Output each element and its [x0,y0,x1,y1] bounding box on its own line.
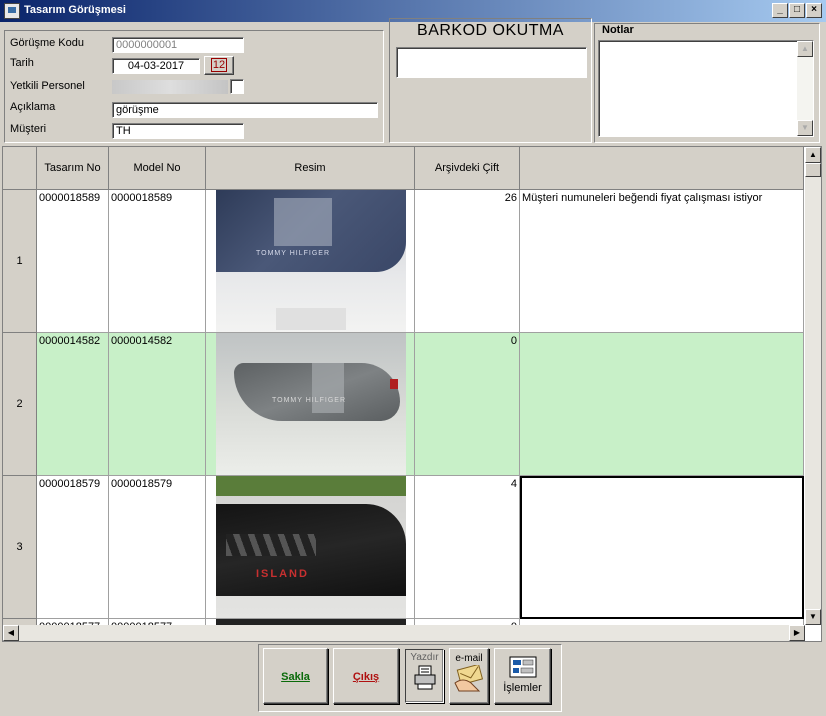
cell-model-no[interactable]: 0000018579 [109,476,206,619]
cell-model-no[interactable]: 0000018589 [109,190,206,333]
yazdir-button[interactable]: Yazdır [405,649,444,703]
notlar-title: Notlar [600,24,636,36]
cell-tasarim-no[interactable]: 0000018579 [37,476,109,619]
cell-resim[interactable]: TOMMY HILFIGER [206,190,415,333]
cell-arsivdeki-cift[interactable]: 0 [415,333,520,476]
islemler-button[interactable]: İşlemler [494,648,551,704]
cell-note-selected[interactable] [520,476,804,619]
personel-label: Yetkili Personel [10,80,85,92]
row-header-1[interactable]: 1 [3,190,37,333]
maximize-button[interactable]: □ [789,3,805,18]
sock-photo-2: TOMMY HILFIGER [216,333,406,475]
header-model-no[interactable]: Model No [109,147,206,190]
cell-tasarim-no[interactable]: 0000014582 [37,333,109,476]
sakla-button[interactable]: Sakla [263,648,328,704]
notlar-scrollbar[interactable]: ▲ ▼ [797,41,813,136]
header-arsivdeki-cift[interactable]: Arşivdeki Çift [415,147,520,190]
email-button[interactable]: e-mail [449,648,489,704]
barkod-input[interactable] [396,47,587,78]
sakla-label: Sakla [281,671,310,683]
grid-vscrollbar[interactable]: ▲ ▼ [805,147,821,625]
aciklama-label: Açıklama [10,101,56,113]
cikis-label: Çıkış [352,671,380,683]
grid-scroll-right[interactable]: ▶ [789,625,805,641]
header-note[interactable] [520,147,804,190]
list-icon [509,656,536,678]
grid-corner [3,147,37,190]
grid-scroll-down[interactable]: ▼ [805,609,821,625]
grid-scroll-left[interactable]: ◀ [3,625,19,641]
close-button[interactable]: × [806,3,822,18]
cell-resim[interactable]: TOMMY HILFIGER [206,333,415,476]
sock-photo-3: ISLAND [216,476,406,618]
sock-brand-1: TOMMY HILFIGER [256,250,331,257]
window-title: Tasarım Görüşmesi [24,4,126,16]
cell-note[interactable]: Müşteri numuneleri beğendi fiyat çalışma… [520,190,804,333]
tarih-field[interactable]: 04-03-2017 [112,58,200,74]
header-resim[interactable]: Resim [206,147,415,190]
cell-arsivdeki-cift[interactable]: 4 [415,476,520,619]
header-tasarim-no[interactable]: Tasarım No [37,147,109,190]
kod-label: Görüşme Kodu [10,37,84,49]
cell-tasarim-no[interactable]: 0000018589 [37,190,109,333]
printer-icon [414,665,435,690]
calendar-icon: 12 [210,58,228,72]
app-icon [4,3,20,19]
tarih-label: Tarih [10,57,34,69]
cell-resim[interactable]: ISLAND [206,476,415,619]
musteri-field[interactable]: TH [112,123,244,139]
notlar-textarea[interactable] [598,40,814,137]
cell-arsivdeki-cift[interactable]: 26 [415,190,520,333]
calendar-button[interactable]: 12 [204,56,234,75]
row-header-2[interactable]: 2 [3,333,37,476]
kod-field[interactable]: 0000000001 [112,37,244,53]
email-label: e-mail [455,653,483,664]
barkod-title: BARKOD OKUTMA [417,22,564,39]
personel-value [112,80,228,94]
grid-scroll-thumb[interactable] [805,163,821,177]
aciklama-field[interactable]: görüşme [112,102,378,118]
notlar-scroll-down[interactable]: ▼ [797,120,813,136]
minimize-button[interactable]: _ [772,3,788,18]
grid-hscrollbar[interactable]: ◀ ▶ [3,625,805,641]
musteri-label: Müşteri [10,123,47,135]
mail-icon [454,663,484,692]
cell-model-no[interactable]: 0000014582 [109,333,206,476]
personel-dropdown[interactable] [230,79,244,94]
cell-note[interactable] [520,333,804,476]
sock-brand-2: TOMMY HILFIGER [272,397,347,404]
yazdir-label: Yazdır [410,652,439,663]
row-header-3[interactable]: 3 [3,476,37,619]
notlar-scroll-up[interactable]: ▲ [797,41,813,57]
cikis-button[interactable]: Çıkış [333,648,399,704]
grid-scroll-up[interactable]: ▲ [805,147,821,163]
sock-brand-3: ISLAND [256,568,309,580]
sock-photo-1: TOMMY HILFIGER [216,190,406,332]
islemler-label: İşlemler [503,682,542,694]
design-grid[interactable]: Tasarım No Model No Resim Arşivdeki Çift… [2,146,822,642]
